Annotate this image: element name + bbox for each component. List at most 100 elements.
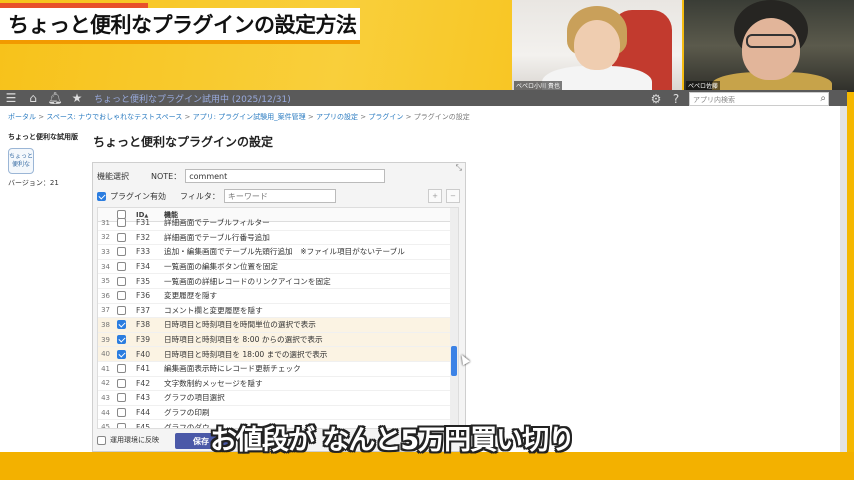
row-id: F44	[136, 408, 151, 418]
row-checkbox[interactable]	[116, 247, 126, 257]
page-scrollbar[interactable]	[840, 106, 847, 452]
breadcrumb-app-settings[interactable]: アプリの設定	[316, 113, 358, 121]
breadcrumb-space[interactable]: スペース: ナウでおしゃれなテストスペース	[46, 113, 182, 121]
breadcrumb-sep: >	[405, 113, 412, 121]
table-scroll-thumb[interactable]	[451, 346, 457, 376]
webcam-right: ペペロ佐藤	[684, 0, 854, 92]
bell-icon[interactable]: 🔔︎	[44, 90, 66, 106]
table-row[interactable]: 39 F39 日時項目と時刻項目を 8:00 からの選択で表示	[98, 332, 458, 348]
row-checkbox[interactable]	[116, 364, 126, 374]
table-row[interactable]: 34 F34 一覧画面の編集ボタン位置を固定	[98, 260, 458, 275]
note-label: NOTE：	[151, 171, 182, 181]
topbar-right: ⚙ ? アプリ内検索 ⌕	[649, 91, 829, 107]
row-checkbox[interactable]	[116, 335, 126, 345]
plugin-enabled-label: プラグイン有効	[110, 191, 166, 201]
row-function: 日時項目と時刻項目を 8:00 からの選択で表示	[164, 335, 323, 345]
row-id: F42	[136, 378, 151, 388]
app-search-input[interactable]: アプリ内検索 ⌕	[689, 92, 829, 106]
home-icon[interactable]: ⌂	[22, 90, 44, 106]
page-title: ちょっと便利なプラグインの設定	[93, 135, 274, 149]
table-row[interactable]: 41 F41 編集画面表示時にレコード更新チェック	[98, 362, 458, 377]
row-checkbox[interactable]	[116, 305, 126, 315]
row-checkbox[interactable]	[116, 393, 126, 403]
app-title-link[interactable]: ちょっと便利なプラグイン試用中 (2025/12/31)	[94, 92, 291, 105]
row-function: コメント欄と変更履歴を隠す	[164, 305, 263, 315]
webcam-left: ベペロ小川 貴也	[512, 0, 682, 92]
row-number: 42	[101, 379, 110, 388]
row-number: 38	[101, 320, 110, 329]
row-checkbox[interactable]	[116, 422, 126, 428]
row-function: 変更履歴を隠す	[164, 291, 218, 301]
table-row[interactable]: 35 F35 一覧画面の詳細レコードのリンクアイコンを固定	[98, 274, 458, 289]
webcam-name-label: ペペロ佐藤	[686, 81, 721, 90]
row-checkbox[interactable]	[116, 218, 126, 228]
row-checkbox[interactable]	[116, 262, 126, 272]
row-number: 34	[101, 262, 110, 271]
table-row[interactable]: 36 F36 変更履歴を隠す	[98, 289, 458, 304]
table-row[interactable]: 43 F43 グラフの項目選択	[98, 391, 458, 406]
function-select-row: 機能選択 NOTE：	[97, 169, 386, 183]
row-id: F31	[136, 218, 151, 228]
table-row[interactable]: 40 F40 日時項目と時刻項目を 18:00 までの選択で表示	[98, 347, 458, 362]
row-checkbox[interactable]	[116, 378, 126, 388]
table-row[interactable]: 42 F42 文字数制約メッセージを隠す	[98, 377, 458, 392]
breadcrumb-portal[interactable]: ポータル	[8, 113, 36, 121]
breadcrumb-app[interactable]: アプリ: プラグイン試験用_案件管理	[193, 113, 306, 121]
row-number: 39	[101, 335, 110, 344]
col-id-header[interactable]: ID▲	[136, 211, 164, 219]
row-id: F43	[136, 393, 151, 403]
apply-production-label: 運用環境に反映	[110, 436, 159, 444]
func-select-label: 機能選択	[97, 171, 129, 181]
row-number: 32	[101, 233, 110, 242]
gear-icon[interactable]: ⚙	[649, 91, 663, 107]
row-checkbox[interactable]	[116, 232, 126, 242]
row-number: 37	[101, 306, 110, 315]
note-input[interactable]	[185, 169, 386, 183]
breadcrumb-sep: >	[307, 113, 314, 121]
app-icon[interactable]: ちょっと 便利な	[8, 148, 34, 174]
help-icon[interactable]: ?	[669, 91, 683, 107]
menu-icon[interactable]: ☰	[0, 90, 22, 106]
search-icon[interactable]: ⌕	[820, 93, 826, 104]
row-checkbox[interactable]	[116, 276, 126, 286]
row-function: 文字数制約メッセージを隠す	[164, 378, 263, 388]
breadcrumb-current: プラグインの設定	[413, 113, 470, 121]
row-number: 36	[101, 291, 110, 300]
row-function: 詳細画面でテーブル行番号追加	[164, 232, 270, 242]
sidebar-app-name[interactable]: ちょっと便利な試用版	[8, 132, 88, 142]
plugin-enabled-checkbox[interactable]	[97, 191, 106, 201]
app-version: バージョン：21	[8, 179, 59, 187]
table-row[interactable]: 32 F32 詳細画面でテーブル行番号追加	[98, 231, 458, 246]
row-function: 一覧画面の詳細レコードのリンクアイコンを固定	[164, 276, 331, 286]
collapse-icon[interactable]: ⤡	[456, 163, 462, 173]
star-icon[interactable]: ★	[66, 90, 88, 106]
table-scrollbar[interactable]	[450, 208, 458, 428]
breadcrumb: ポータル > スペース: ナウでおしゃれなテストスペース > アプリ: プラグイ…	[0, 106, 847, 124]
person-face	[742, 18, 800, 80]
row-checkbox[interactable]	[116, 349, 126, 359]
table-row[interactable]: 38 F38 日時項目と時刻項目を時間単位の選択で表示	[98, 318, 458, 333]
table-row[interactable]: 31 F31 詳細画面でテーブルフィルター	[98, 216, 458, 231]
app-screen: ☰ ⌂ 🔔︎ ★ ちょっと便利なプラグイン試用中 (2025/12/31) ⚙ …	[0, 90, 847, 452]
table-row[interactable]: 37 F37 コメント欄と変更履歴を隠す	[98, 304, 458, 319]
row-id: F45	[136, 422, 151, 429]
row-id: F32	[136, 232, 151, 242]
row-number: 43	[101, 393, 110, 402]
filter-label: フィルタ：	[180, 191, 220, 201]
filter-input[interactable]	[223, 189, 336, 203]
table-row[interactable]: 33 F33 追加・編集画面でテーブル先頭行追加 ※ファイル項目がないテーブル	[98, 245, 458, 260]
apply-production-checkbox[interactable]	[97, 435, 106, 445]
row-function: グラフの印刷	[164, 408, 210, 418]
breadcrumb-sep: >	[360, 113, 367, 121]
row-checkbox[interactable]	[116, 408, 126, 418]
expand-all-button[interactable]: +	[428, 189, 442, 203]
row-number: 33	[101, 247, 110, 256]
breadcrumb-plugin[interactable]: プラグイン	[368, 113, 403, 121]
row-number: 45	[101, 423, 110, 429]
row-checkbox[interactable]	[116, 320, 126, 330]
top-bar: ☰ ⌂ 🔔︎ ★ ちょっと便利なプラグイン試用中 (2025/12/31) ⚙ …	[0, 90, 847, 106]
collapse-all-button[interactable]: −	[446, 189, 460, 203]
video-title: ちょっと便利なプラグインの設定方法	[8, 13, 357, 37]
row-id: F33	[136, 247, 151, 257]
row-checkbox[interactable]	[116, 291, 126, 301]
